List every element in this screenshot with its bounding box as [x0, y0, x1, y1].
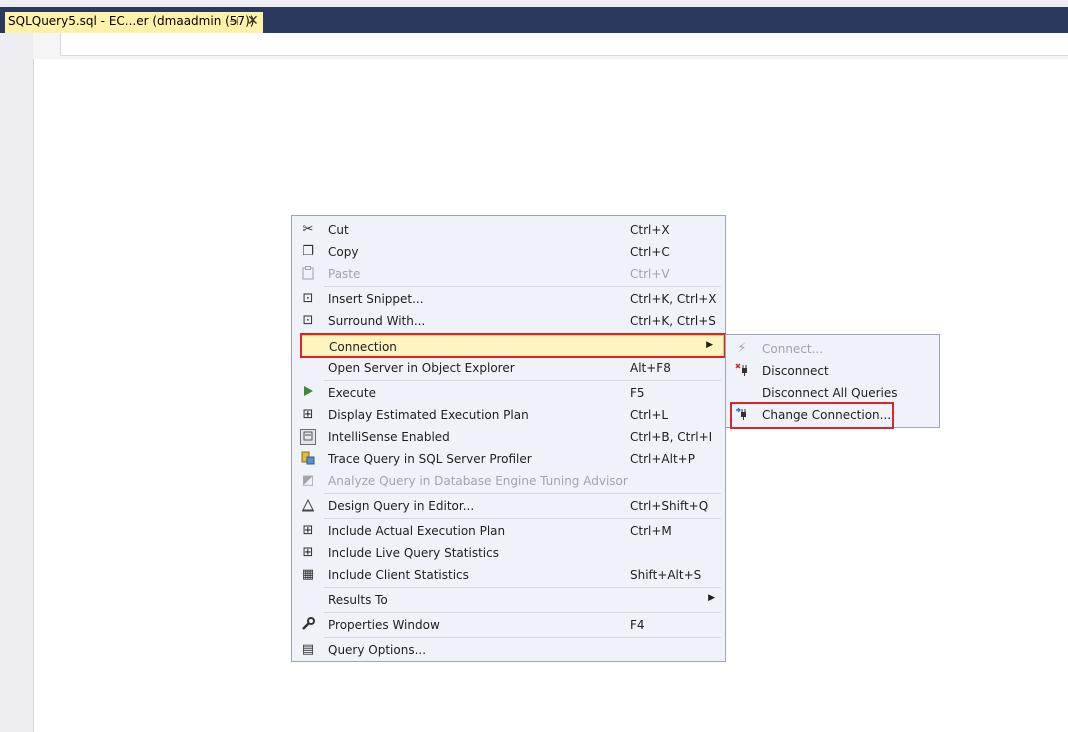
surround-with-icon: ⊡: [302, 313, 314, 328]
menu-item-shortcut: Ctrl+V: [630, 267, 670, 281]
menu-item-shortcut: F4: [630, 618, 645, 632]
connection-submenu: ⚡ Connect... Disconnect Disconnect All Q…: [725, 334, 940, 428]
menu-item-include-live-statistics[interactable]: ⊞ Include Live Query Statistics: [292, 542, 725, 564]
menu-item-properties-window[interactable]: Properties Window F4: [292, 614, 725, 636]
submenu-item-disconnect[interactable]: Disconnect: [726, 360, 939, 382]
menu-item-open-server-object-explorer[interactable]: Open Server in Object Explorer Alt+F8: [292, 357, 725, 379]
menu-item-label: Results To: [328, 593, 388, 607]
close-icon[interactable]: ✕: [247, 13, 259, 29]
disconnect-plug-icon: [734, 363, 750, 379]
menu-item-label: Surround With...: [328, 314, 426, 328]
menu-item-label: Include Actual Execution Plan: [328, 524, 506, 538]
client-statistics-icon: ▦: [301, 567, 315, 582]
submenu-arrow-icon: ▶: [708, 593, 715, 603]
connect-plug-icon: ⚡: [737, 341, 747, 356]
actual-plan-icon: ⊞: [302, 523, 314, 538]
menu-item-label: Open Server in Object Explorer: [328, 361, 515, 375]
menu-item-shortcut: Ctrl+K, Ctrl+S: [630, 314, 716, 328]
menu-item-display-estimated-plan[interactable]: ⊞ Display Estimated Execution Plan Ctrl+…: [292, 404, 725, 426]
menu-separator: [324, 493, 721, 494]
tab-sqlquery5[interactable]: SQLQuery5.sql - EC...er (dmaadmin (57)) …: [5, 12, 263, 33]
menu-item-shortcut: Ctrl+B, Ctrl+I: [630, 430, 713, 444]
menu-separator: [324, 587, 721, 588]
menu-item-label: Analyze Query in Database Engine Tuning …: [328, 474, 628, 488]
live-statistics-icon: ⊞: [302, 545, 314, 560]
menu-item-analyze-query-tuning-advisor: ◩ Analyze Query in Database Engine Tunin…: [292, 470, 725, 492]
menu-separator: [324, 637, 721, 638]
profiler-icon: [300, 451, 316, 467]
intellisense-icon: [300, 429, 316, 445]
change-connection-icon: [734, 407, 750, 423]
menu-item-label: Execute: [328, 386, 376, 400]
design-query-icon: [300, 498, 316, 514]
menu-item-intellisense-enabled[interactable]: IntelliSense Enabled Ctrl+B, Ctrl+I: [292, 426, 725, 448]
menu-item-label: Design Query in Editor...: [328, 499, 475, 513]
editor-left-gutter: [0, 33, 34, 732]
menu-item-execute[interactable]: Execute F5: [292, 382, 725, 404]
document-tab-bar: SQLQuery5.sql - EC...er (dmaadmin (57)) …: [0, 7, 1068, 33]
menu-separator: [324, 612, 721, 613]
menu-item-label: Include Live Query Statistics: [328, 546, 499, 560]
menu-item-trace-query-profiler[interactable]: Trace Query in SQL Server Profiler Ctrl+…: [292, 448, 725, 470]
menu-item-label: Insert Snippet...: [328, 292, 424, 306]
menu-item-label: Paste: [328, 267, 361, 281]
submenu-item-change-connection[interactable]: Change Connection...: [726, 404, 939, 426]
menu-separator: [324, 380, 721, 381]
menu-item-query-options[interactable]: ▤ Query Options...: [292, 639, 725, 661]
menu-item-shortcut: Ctrl+C: [630, 245, 670, 259]
menu-item-surround-with[interactable]: ⊡ Surround With... Ctrl+K, Ctrl+S: [292, 310, 725, 332]
submenu-item-disconnect-all-queries[interactable]: Disconnect All Queries: [726, 382, 939, 404]
paste-icon: [300, 266, 316, 282]
scissors-icon: ✂: [302, 222, 314, 237]
execution-plan-icon: ⊞: [302, 407, 314, 422]
menu-item-shortcut: Ctrl+L: [630, 408, 669, 422]
wrench-icon: [300, 617, 316, 633]
menu-item-label: Copy: [328, 245, 359, 259]
menu-item-shortcut: F5: [630, 386, 645, 400]
menu-item-label: Display Estimated Execution Plan: [328, 408, 529, 422]
menu-item-shortcut: Ctrl+M: [630, 524, 672, 538]
menu-item-label: Query Options...: [328, 643, 427, 657]
menu-item-label: Trace Query in SQL Server Profiler: [328, 452, 532, 466]
menu-item-label: Include Client Statistics: [328, 568, 469, 582]
menu-item-label: Connection: [329, 340, 397, 354]
menu-item-shortcut: Ctrl+X: [630, 223, 670, 237]
menu-item-insert-snippet[interactable]: ⊡ Insert Snippet... Ctrl+K, Ctrl+X: [292, 288, 725, 310]
navigation-field[interactable]: [60, 33, 1068, 56]
copy-icon: ❐: [302, 244, 314, 259]
submenu-arrow-icon: ▶: [706, 340, 713, 350]
menu-item-paste: Paste Ctrl+V: [292, 263, 725, 285]
menu-item-shortcut: Alt+F8: [630, 361, 671, 375]
editor-navigation-bar: [33, 33, 1068, 59]
menu-item-include-actual-plan[interactable]: ⊞ Include Actual Execution Plan Ctrl+M: [292, 520, 725, 542]
menu-item-shortcut: Shift+Alt+S: [630, 568, 702, 582]
menu-item-label: Disconnect: [762, 364, 829, 378]
menu-separator: [324, 333, 721, 334]
play-icon: [300, 385, 316, 401]
menu-item-label: Cut: [328, 223, 349, 237]
menu-item-results-to[interactable]: Results To ▶: [292, 589, 725, 611]
menu-separator: [324, 286, 721, 287]
query-options-icon: ▤: [301, 642, 315, 657]
menu-item-connection[interactable]: Connection ▶: [301, 335, 724, 357]
tab-title: SQLQuery5.sql - EC...er (dmaadmin (57)): [8, 14, 255, 28]
submenu-item-connect: ⚡ Connect...: [726, 338, 939, 360]
tuning-advisor-icon: ◩: [301, 473, 315, 488]
menu-item-copy[interactable]: ❐ Copy Ctrl+C: [292, 241, 725, 263]
menu-item-shortcut: Ctrl+Alt+P: [630, 452, 695, 466]
insert-snippet-icon: ⊡: [302, 291, 314, 306]
menu-item-label: IntelliSense Enabled: [328, 430, 450, 444]
menu-item-label: Disconnect All Queries: [762, 386, 898, 400]
menu-separator: [324, 518, 721, 519]
editor-context-menu: ✂ Cut Ctrl+X ❐ Copy Ctrl+C Paste Ctrl+V …: [291, 215, 726, 662]
menu-item-label: Properties Window: [328, 618, 440, 632]
menu-item-cut[interactable]: ✂ Cut Ctrl+X: [292, 219, 725, 241]
pin-icon[interactable]: ⊣: [229, 15, 239, 28]
menu-item-label: Change Connection...: [762, 408, 892, 422]
menu-item-shortcut: Ctrl+Shift+Q: [630, 499, 709, 513]
menu-item-shortcut: Ctrl+K, Ctrl+X: [630, 292, 717, 306]
menu-item-design-query-editor[interactable]: Design Query in Editor... Ctrl+Shift+Q: [292, 495, 725, 517]
menu-item-include-client-statistics[interactable]: ▦ Include Client Statistics Shift+Alt+S: [292, 564, 725, 586]
menu-item-label: Connect...: [762, 342, 824, 356]
